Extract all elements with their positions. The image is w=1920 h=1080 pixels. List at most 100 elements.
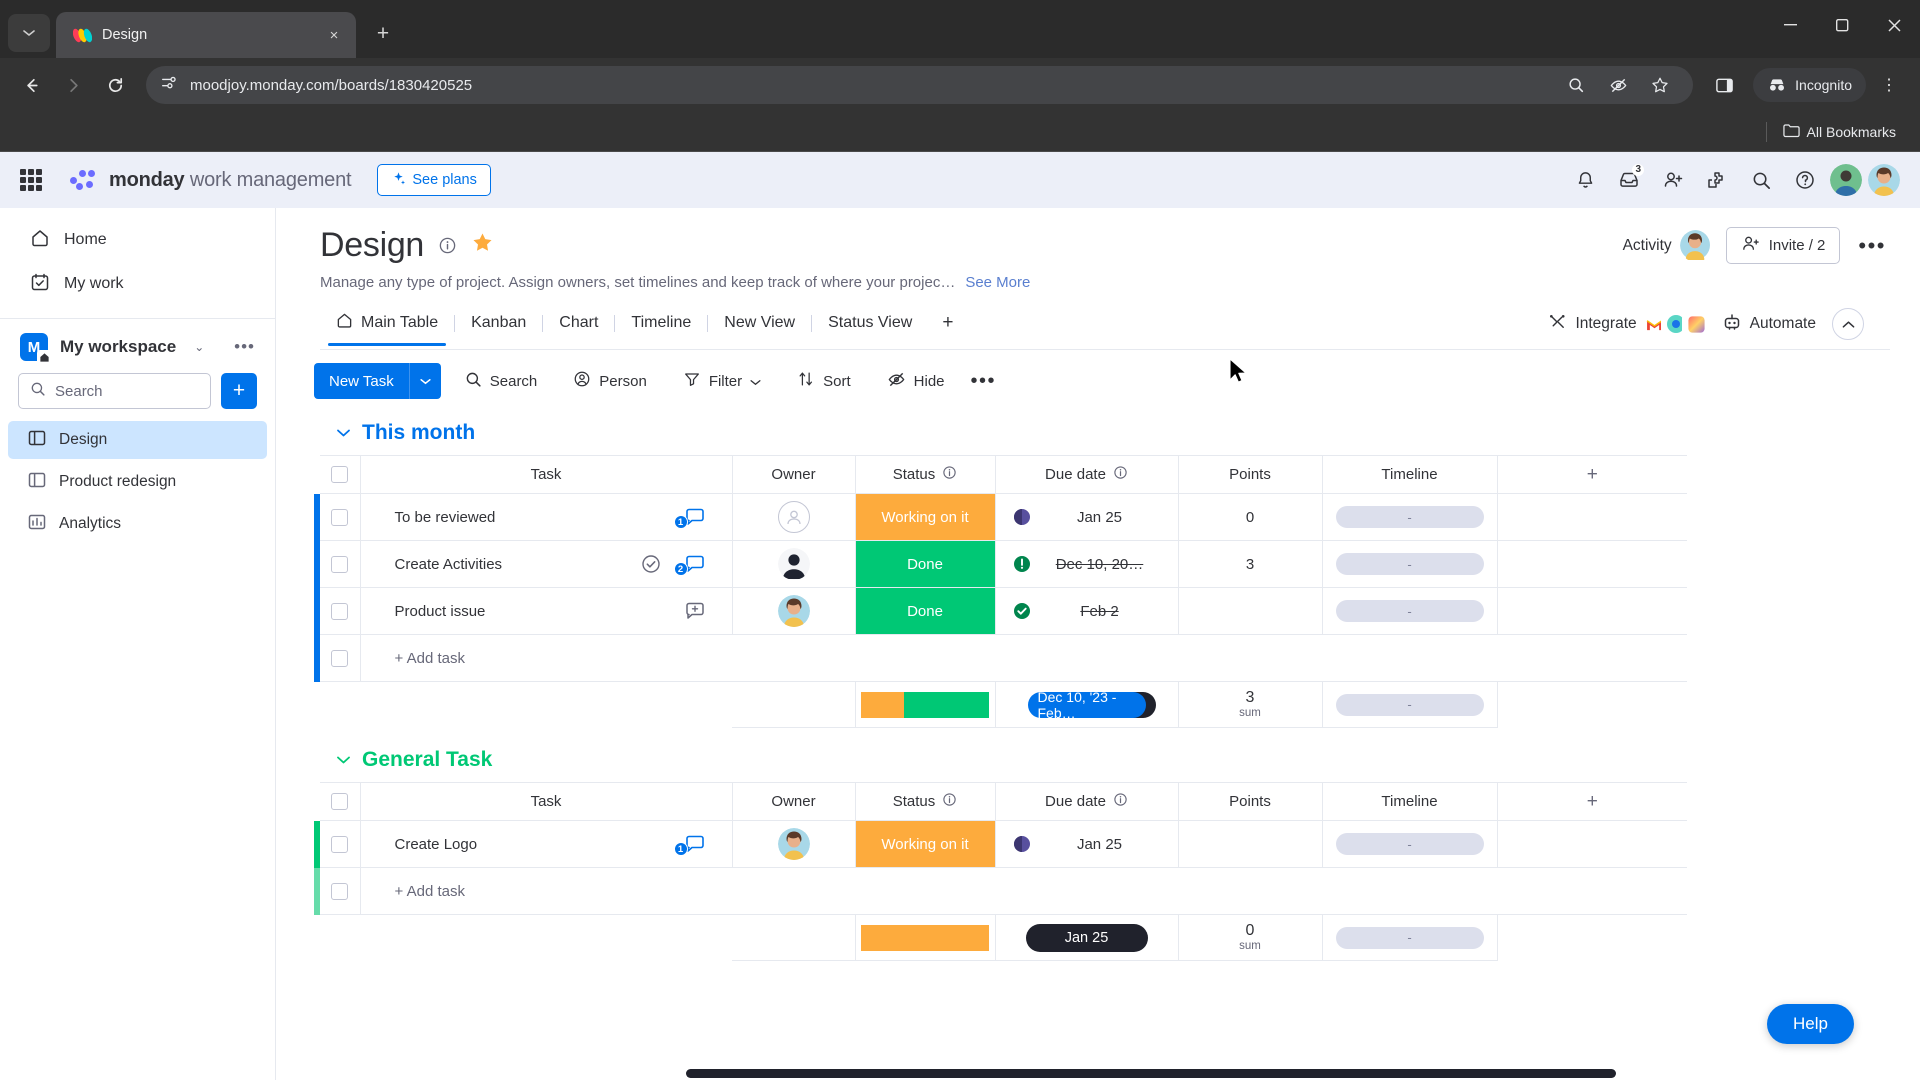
row-checkbox[interactable]: [331, 602, 349, 620]
summary-date-cell[interactable]: Dec 10, '23 - Feb…: [995, 681, 1179, 728]
info-icon[interactable]: [1113, 465, 1128, 484]
chevron-up-icon[interactable]: [1832, 308, 1864, 340]
add-task-label[interactable]: + Add task: [361, 868, 1688, 914]
invite-members-icon[interactable]: [1654, 161, 1692, 199]
tab-kanban[interactable]: Kanban: [455, 314, 542, 343]
back-button[interactable]: [12, 66, 50, 104]
see-more-link[interactable]: See More: [965, 274, 1030, 291]
split-view-icon[interactable]: [1705, 66, 1743, 104]
sidebar-board-analytics[interactable]: Analytics: [8, 505, 267, 543]
timeline-cell[interactable]: -: [1322, 540, 1498, 588]
add-task-select-cell[interactable]: [320, 867, 361, 915]
add-task-row[interactable]: + Add task: [314, 867, 1688, 915]
avatar[interactable]: [777, 828, 810, 860]
due-date-cell[interactable]: Feb 2: [995, 587, 1179, 635]
action-more-menu[interactable]: •••: [963, 370, 1005, 393]
board-search-button[interactable]: Search: [453, 364, 550, 398]
timeline-pill[interactable]: -: [1335, 600, 1484, 622]
summary-date-cell[interactable]: Jan 25: [995, 914, 1179, 961]
window-close-button[interactable]: [1868, 0, 1920, 50]
filter-button[interactable]: Filter: [671, 364, 773, 398]
see-plans-button[interactable]: See plans: [377, 164, 491, 196]
col-status[interactable]: Status: [855, 782, 996, 821]
owner-cell[interactable]: [732, 493, 856, 541]
timeline-cell[interactable]: -: [1322, 820, 1498, 868]
row-select-cell[interactable]: [320, 820, 361, 868]
sidebar-item-home[interactable]: Home: [8, 218, 267, 262]
timeline-pill[interactable]: -: [1335, 506, 1484, 528]
add-task-select-cell[interactable]: [320, 634, 361, 682]
incognito-indicator[interactable]: Incognito: [1753, 68, 1866, 102]
select-all-checkbox[interactable]: [331, 466, 349, 483]
tab-new-view[interactable]: New View: [708, 314, 811, 343]
forward-button[interactable]: [54, 66, 92, 104]
summary-status-cell[interactable]: [855, 681, 996, 728]
add-board-button[interactable]: +: [221, 373, 257, 409]
points-cell[interactable]: [1178, 820, 1323, 868]
timeline-pill[interactable]: -: [1335, 553, 1484, 575]
info-icon[interactable]: [1113, 792, 1128, 811]
col-add-column[interactable]: +: [1497, 782, 1687, 821]
col-timeline[interactable]: Timeline: [1322, 455, 1498, 494]
tab-status-view[interactable]: Status View: [812, 314, 928, 343]
select-all-header[interactable]: [320, 455, 361, 494]
group-title[interactable]: General Task: [362, 748, 492, 772]
monday-brand[interactable]: monday work management: [70, 168, 352, 192]
sidebar-search-box[interactable]: [18, 373, 211, 409]
add-conversation-button[interactable]: [672, 588, 718, 634]
col-task[interactable]: Task: [360, 782, 733, 821]
notifications-bell-icon[interactable]: [1566, 161, 1604, 199]
grid-apps-icon[interactable]: [20, 169, 42, 191]
star-favorite-icon[interactable]: [471, 231, 494, 260]
tab-list-button[interactable]: [8, 14, 50, 52]
chevron-down-icon[interactable]: [336, 752, 351, 769]
table-row[interactable]: Create Activities 2 Done Dec 10, 20… 3 -: [314, 540, 1687, 588]
help-button[interactable]: Help: [1767, 1004, 1854, 1044]
points-cell[interactable]: 0: [1178, 493, 1323, 541]
table-row[interactable]: To be reviewed 1 Working on it Jan 25 0 …: [314, 493, 1687, 541]
sidebar-board-design[interactable]: Design: [8, 421, 267, 459]
chevron-down-icon[interactable]: [336, 425, 351, 442]
date-range-pill[interactable]: Dec 10, '23 - Feb…: [1027, 689, 1152, 721]
sidebar-search-input[interactable]: [55, 382, 199, 400]
row-select-cell[interactable]: [320, 587, 361, 635]
col-add-column[interactable]: +: [1497, 455, 1687, 494]
all-bookmarks-button[interactable]: All Bookmarks: [1777, 119, 1902, 145]
table-row[interactable]: Create Logo 1 Working on it Jan 25 -: [314, 820, 1687, 868]
col-due-date[interactable]: Due date: [995, 455, 1179, 494]
owner-cell[interactable]: [732, 540, 856, 588]
slack-icon[interactable]: [1683, 311, 1710, 337]
zoom-icon[interactable]: [1557, 66, 1595, 104]
horizontal-scrollbar[interactable]: [686, 1069, 1616, 1078]
task-cell[interactable]: Product issue: [360, 587, 733, 635]
col-owner[interactable]: Owner: [732, 782, 856, 821]
browser-tab[interactable]: Design ×: [56, 12, 356, 58]
due-date-cell[interactable]: Jan 25: [995, 493, 1179, 541]
tab-main-table[interactable]: Main Table: [320, 312, 454, 346]
user-avatar-primary[interactable]: [1868, 164, 1900, 196]
close-icon[interactable]: ×: [322, 23, 346, 47]
col-points[interactable]: Points: [1178, 782, 1323, 821]
col-owner[interactable]: Owner: [732, 455, 856, 494]
row-checkbox[interactable]: [331, 555, 349, 573]
timeline-cell[interactable]: -: [1322, 493, 1498, 541]
status-cell[interactable]: Working on it: [855, 493, 996, 541]
info-icon[interactable]: [942, 792, 957, 811]
bookmark-star-icon[interactable]: [1641, 66, 1679, 104]
add-task-cell[interactable]: + Add task: [360, 867, 1688, 915]
status-cell[interactable]: Working on it: [855, 820, 996, 868]
status-cell[interactable]: Done: [855, 540, 996, 588]
hidden-eye-icon[interactable]: [1599, 66, 1637, 104]
board-more-menu[interactable]: •••: [1854, 233, 1890, 259]
row-checkbox[interactable]: [331, 508, 349, 526]
user-avatar-secondary[interactable]: [1830, 164, 1862, 196]
new-tab-button[interactable]: +: [366, 17, 400, 51]
status-cell[interactable]: Done: [855, 587, 996, 635]
col-status[interactable]: Status: [855, 455, 996, 494]
row-checkbox[interactable]: [331, 835, 349, 853]
add-task-cell[interactable]: + Add task: [360, 634, 1688, 682]
person-filter-button[interactable]: Person: [561, 364, 659, 398]
add-task-label[interactable]: + Add task: [361, 635, 1688, 681]
avatar[interactable]: [777, 548, 810, 580]
site-settings-icon[interactable]: [160, 74, 178, 97]
